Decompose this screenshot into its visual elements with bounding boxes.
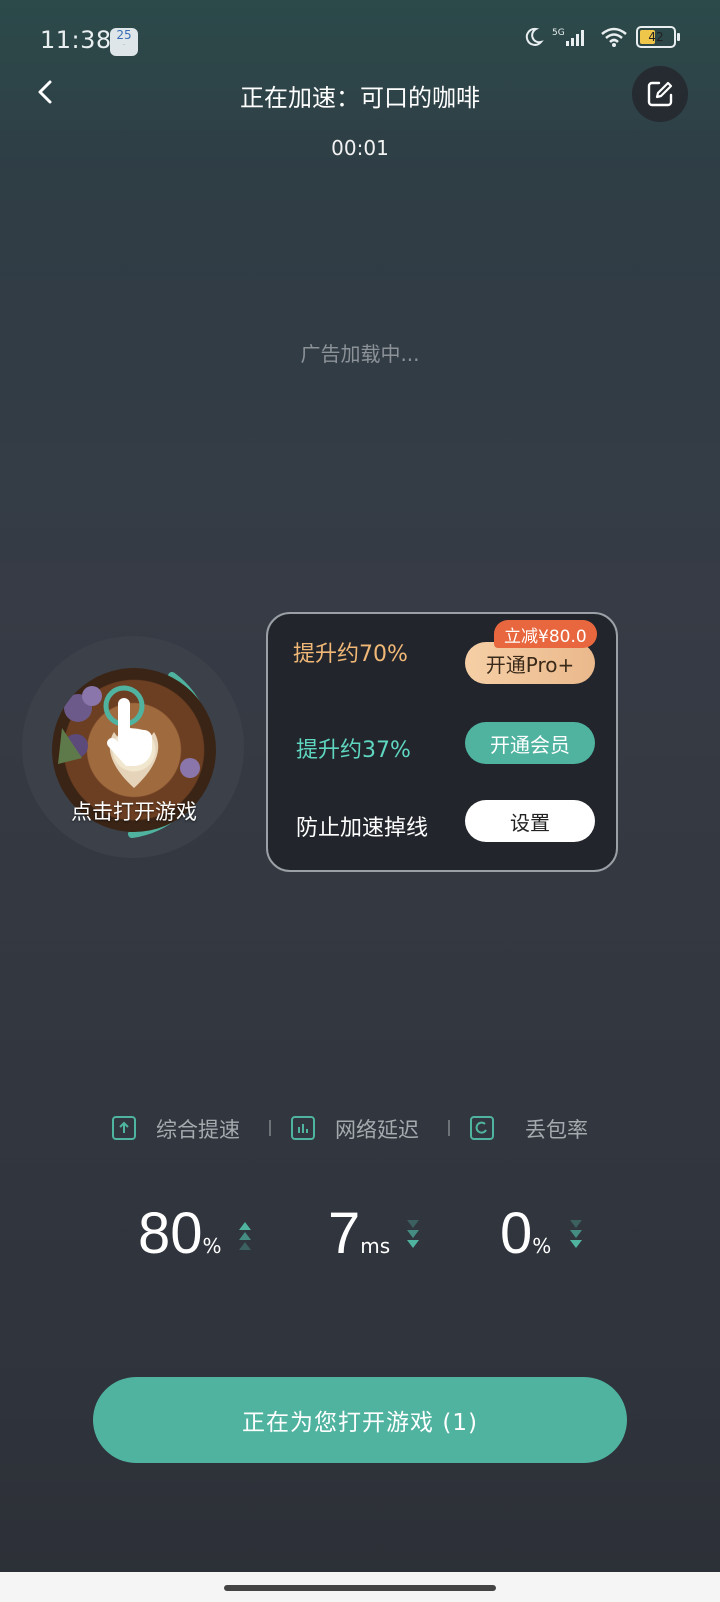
acceleration-timer: 00:01	[331, 136, 389, 160]
stat-packet-loss: 0 %	[500, 1200, 551, 1267]
up-arrows-icon	[239, 1222, 251, 1250]
opening-game-button[interactable]: 正在为您打开游戏 (1)	[93, 1377, 627, 1463]
boost-member-label: 提升约37%	[296, 738, 411, 763]
open-game-label[interactable]: 点击打开游戏	[52, 796, 216, 826]
stat-value-speed: 80	[138, 1201, 203, 1266]
stat-value-latency: 7	[328, 1201, 361, 1266]
date-badge: 25	[116, 28, 132, 42]
page-title: 正在加速：可口的咖啡	[240, 84, 480, 112]
pro-plus-button[interactable]: 开通Pro+	[465, 642, 595, 684]
boost-pro-label: 提升约70%	[293, 642, 408, 667]
stat-value-packet-loss: 0	[500, 1201, 533, 1266]
moon-icon	[525, 27, 544, 46]
status-icons: 5G 42	[522, 26, 680, 48]
stat-label-latency: 网络延迟	[335, 1118, 419, 1142]
stat-latency: 7 ms	[328, 1200, 390, 1267]
edit-button[interactable]	[632, 66, 688, 122]
down-arrows-icon	[407, 1220, 419, 1248]
stat-unit-packet-loss: %	[532, 1234, 552, 1258]
member-button[interactable]: 开通会员	[465, 722, 595, 764]
stat-label-speed: 综合提速	[156, 1118, 240, 1142]
settings-button[interactable]: 设置	[465, 800, 595, 842]
stat-speed: 80 %	[138, 1200, 222, 1267]
home-indicator[interactable]	[224, 1585, 496, 1591]
battery-icon: 42	[636, 26, 680, 48]
divider	[269, 1120, 271, 1136]
wifi-icon	[601, 27, 627, 47]
signal-5g-icon: 5G	[552, 28, 584, 46]
calendar-icon: 25 ·	[110, 28, 138, 56]
tap-hand-icon	[103, 685, 152, 766]
divider	[448, 1120, 450, 1136]
battery-level: 42	[648, 30, 664, 44]
anti-disconnect-label: 防止加速掉线	[296, 816, 429, 841]
speed-up-icon	[112, 1116, 136, 1140]
ad-loading-text: 广告加载中...	[300, 342, 420, 366]
stat-unit-speed: %	[202, 1234, 222, 1258]
discount-badge: 立减¥80.0	[494, 620, 597, 648]
svg-text:5G: 5G	[552, 28, 565, 38]
status-time: 11:38	[40, 26, 112, 54]
latency-icon	[291, 1116, 315, 1140]
edit-icon	[647, 81, 673, 107]
stat-label-packet-loss: 丢包率	[525, 1118, 588, 1142]
stat-unit-latency: ms	[360, 1234, 391, 1258]
down-arrows-icon	[570, 1220, 582, 1248]
packet-loss-icon	[470, 1116, 494, 1140]
